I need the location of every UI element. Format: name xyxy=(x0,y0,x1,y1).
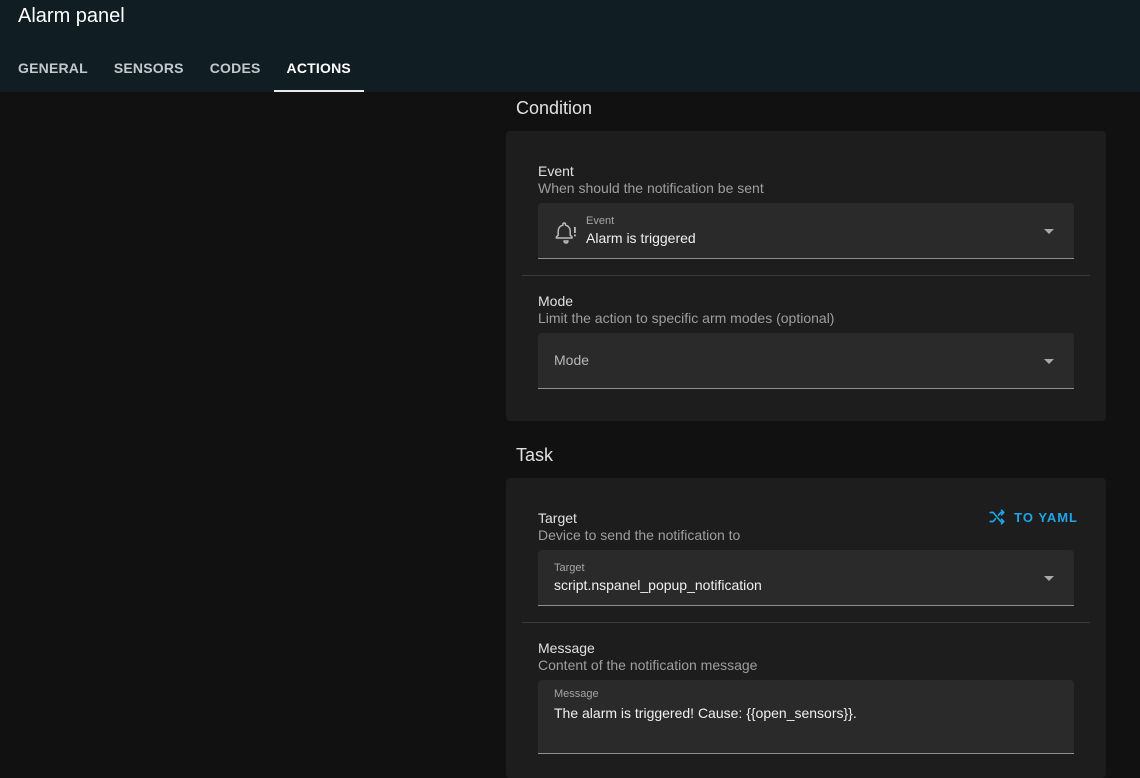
event-label: Event xyxy=(538,163,574,179)
tab-codes[interactable]: CODES xyxy=(197,44,274,92)
target-label: Target xyxy=(538,510,577,526)
mode-select[interactable]: Mode xyxy=(538,333,1074,389)
event-select[interactable]: Event Alarm is triggered xyxy=(538,203,1074,259)
chevron-down-icon xyxy=(1044,576,1054,581)
divider xyxy=(522,275,1090,276)
app-header: Alarm panel GENERAL SENSORS CODES ACTION… xyxy=(0,0,1140,92)
chevron-down-icon xyxy=(1044,229,1054,234)
chevron-down-icon xyxy=(1044,359,1054,364)
message-textarea[interactable]: Message The alarm is triggered! Cause: {… xyxy=(538,680,1074,754)
message-description: Content of the notification message xyxy=(538,657,758,673)
to-yaml-button[interactable]: TO YAML xyxy=(988,508,1078,526)
event-select-label: Event xyxy=(586,215,615,227)
message-input-label: Message xyxy=(554,688,599,700)
shuffle-icon xyxy=(989,509,1005,525)
message-label: Message xyxy=(538,640,595,656)
target-select[interactable]: Target script.nspanel_popup_notification xyxy=(538,550,1074,606)
event-select-value: Alarm is triggered xyxy=(586,230,696,246)
bell-alert-icon xyxy=(555,222,576,244)
tab-sensors[interactable]: SENSORS xyxy=(101,44,197,92)
divider xyxy=(522,622,1090,623)
mode-select-placeholder: Mode xyxy=(554,352,590,368)
mode-description: Limit the action to specific arm modes (… xyxy=(538,310,835,326)
tab-general[interactable]: GENERAL xyxy=(0,44,101,92)
to-yaml-label: TO YAML xyxy=(1014,509,1078,525)
condition-card: Event When should the notification be se… xyxy=(506,131,1106,421)
target-description: Device to send the notification to xyxy=(538,527,741,543)
target-select-label: Target xyxy=(554,562,585,574)
page-title: Alarm panel xyxy=(18,5,125,27)
target-select-value: script.nspanel_popup_notification xyxy=(554,577,762,593)
event-description: When should the notification be sent xyxy=(538,180,764,196)
tab-bar: GENERAL SENSORS CODES ACTIONS xyxy=(0,44,365,92)
message-input-value: The alarm is triggered! Cause: {{open_se… xyxy=(554,705,857,721)
mode-label: Mode xyxy=(538,293,574,309)
condition-section-title: Condition xyxy=(516,98,593,118)
task-section-title: Task xyxy=(516,445,554,465)
tab-actions[interactable]: ACTIONS xyxy=(273,44,365,92)
task-card: TO YAML Target Device to send the notifi… xyxy=(506,478,1106,778)
